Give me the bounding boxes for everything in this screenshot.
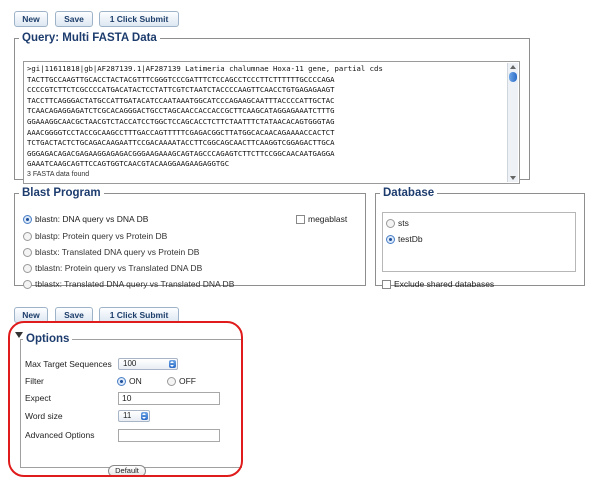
save-button[interactable]: Save — [55, 11, 93, 27]
database-item-testdb[interactable]: testDb — [386, 233, 423, 245]
fasta-line: AAACGGGGTCCTACCGCAAGCCTTTGACCAGTTTTTCGAG… — [27, 127, 335, 137]
exclude-shared-label: Exclude shared databases — [394, 279, 495, 289]
one-click-submit-button-bottom[interactable]: 1 Click Submit — [99, 307, 179, 323]
database-item-label: testDb — [398, 234, 423, 244]
database-list[interactable]: sts testDb — [382, 212, 576, 272]
fasta-line: GGGAGACAGACGAGAAGGAGAGACGGGAAGAAAGCAGTAG… — [27, 148, 335, 158]
megablast-checkbox-row[interactable]: megablast — [296, 213, 347, 225]
radio-icon[interactable] — [167, 376, 176, 386]
radio-blastn[interactable]: blastn: DNA query vs DNA DB — [23, 213, 148, 225]
fasta-line: >gi|11611818|gb|AF287139.1|AF287139 Lati… — [27, 64, 383, 73]
fasta-line: CCCCGTCTTCTCGCCCCATGACATACTCCTATTCGTCTAA… — [27, 85, 335, 95]
database-item-label: sts — [398, 218, 409, 228]
new-button-bottom[interactable]: New — [14, 307, 48, 323]
radio-icon[interactable] — [23, 263, 32, 273]
database-legend: Database — [383, 187, 435, 199]
radio-icon[interactable] — [23, 279, 32, 289]
options-legend[interactable]: Options — [23, 333, 72, 345]
radio-icon[interactable] — [23, 231, 32, 241]
one-click-submit-button[interactable]: 1 Click Submit — [99, 11, 179, 27]
word-size-label: Word size — [25, 411, 63, 421]
word-size-select[interactable]: 11 — [118, 410, 150, 422]
new-button[interactable]: New — [14, 11, 48, 27]
select-arrows-icon — [169, 360, 176, 368]
filter-on-label: ON — [129, 376, 142, 386]
word-size-value: 11 — [123, 411, 132, 420]
expect-input[interactable]: 10 — [118, 392, 220, 405]
database-item-sts[interactable]: sts — [386, 217, 409, 229]
select-arrows-icon — [141, 412, 148, 420]
radio-label: blastp: Protein query vs Protein DB — [35, 231, 168, 241]
radio-label: blastn: DNA query vs DNA DB — [35, 214, 149, 224]
fasta-line: TCTGACTACTCTGCAGACAAGAATTCCGACAAAATACCTT… — [27, 138, 335, 148]
fasta-line: TACCTTCAGGGACTATGCCATTGATACATCCAATAAATGG… — [27, 95, 335, 105]
scroll-down-arrow-icon[interactable] — [510, 176, 516, 180]
radio-tblastx[interactable]: tblastx: Translated DNA query vs Transla… — [23, 278, 234, 290]
scroll-thumb[interactable] — [509, 72, 517, 82]
exclude-shared-checkbox[interactable] — [382, 279, 391, 289]
filter-off-label: OFF — [179, 376, 196, 386]
megablast-checkbox[interactable] — [296, 214, 305, 224]
exclude-shared-row[interactable]: Exclude shared databases — [382, 279, 494, 289]
radio-icon[interactable] — [23, 247, 32, 257]
radio-label: tblastx: Translated DNA query vs Transla… — [35, 279, 235, 289]
fasta-count-text: 3 FASTA data found — [27, 171, 90, 178]
radio-tblastn[interactable]: tblastn: Protein query vs Translated DNA… — [23, 262, 202, 274]
filter-on-radio[interactable]: ON — [117, 375, 142, 387]
filter-off-radio[interactable]: OFF — [167, 375, 196, 387]
query-legend: Query: Multi FASTA Data — [22, 32, 157, 44]
filter-label: Filter — [25, 376, 44, 386]
megablast-label: megablast — [308, 214, 348, 224]
database-panel: Database sts testDb Exclude shared datab… — [375, 187, 585, 289]
radio-blastp[interactable]: blastp: Protein query vs Protein DB — [23, 230, 167, 242]
advanced-options-input[interactable] — [118, 429, 220, 442]
expect-label: Expect — [25, 393, 51, 403]
blast-program-panel: Blast Program blastn: DNA query vs DNA D… — [14, 187, 366, 289]
radio-icon[interactable] — [386, 218, 395, 228]
query-panel: Query: Multi FASTA Data >gi|11611818|gb|… — [14, 32, 530, 184]
advanced-options-label: Advanced Options — [25, 430, 95, 440]
default-button[interactable]: Default — [108, 465, 146, 477]
fasta-textarea[interactable]: >gi|11611818|gb|AF287139.1|AF287139 Lati… — [23, 61, 520, 184]
options-panel: Options Max Target Sequences 100 Filter … — [20, 333, 242, 477]
radio-icon[interactable] — [386, 234, 395, 244]
radio-label: tblastn: Protein query vs Translated DNA… — [35, 263, 203, 273]
scroll-up-arrow-icon[interactable] — [510, 65, 516, 69]
max-target-label: Max Target Sequences — [25, 359, 112, 369]
fasta-text: >gi|11611818|gb|AF287139.1|AF287139 Lati… — [27, 64, 505, 170]
fasta-line: TACTTGCCAAGTTGCACCTACTACGTTTCGGGTCCCGATT… — [27, 74, 335, 84]
radio-icon[interactable] — [23, 214, 32, 224]
fasta-line: TCAACAGAGGAGATCTCGCACAGGGACTGCCTAGCAACCA… — [27, 106, 335, 116]
max-target-select[interactable]: 100 — [118, 358, 178, 370]
radio-label: blastx: Translated DNA query vs Protein … — [35, 247, 200, 257]
radio-icon[interactable] — [117, 376, 126, 386]
fasta-line: GGAAAGGCAACGCTAACGTCTACCATCCTGGCTCCAGCAC… — [27, 116, 335, 126]
fasta-line: GAAATCAAGCAGTTCCAGTGGTCAACGTACAAGGAAGAAG… — [27, 159, 230, 169]
radio-blastx[interactable]: blastx: Translated DNA query vs Protein … — [23, 246, 199, 258]
save-button-bottom[interactable]: Save — [55, 307, 93, 323]
fasta-scrollbar[interactable] — [507, 63, 518, 182]
max-target-value: 100 — [123, 359, 137, 368]
blast-program-legend: Blast Program — [22, 187, 101, 199]
